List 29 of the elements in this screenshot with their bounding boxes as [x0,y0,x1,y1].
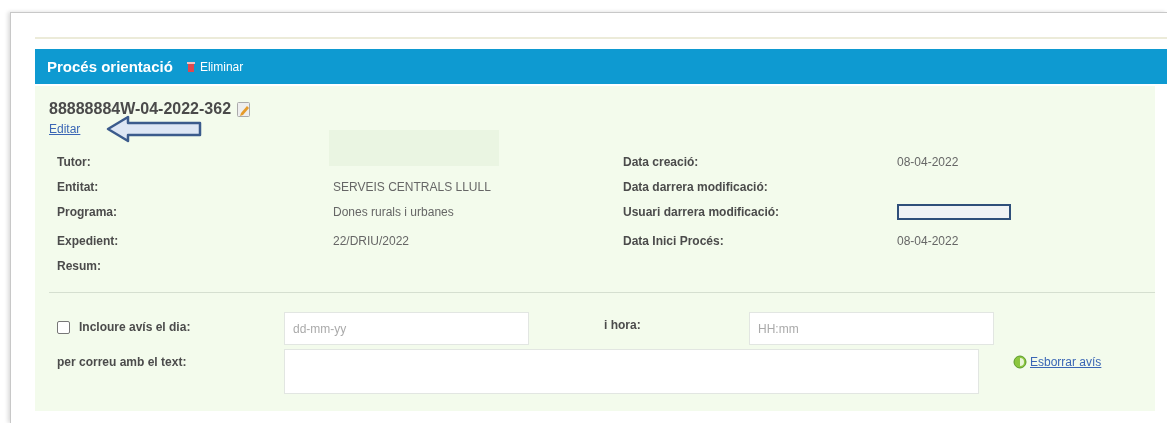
trash-icon [186,61,195,72]
edit-link[interactable]: Editar [49,122,81,136]
field-label: i hora: [604,317,642,332]
date-field[interactable]: dd-mm-yy [284,312,529,345]
field-label: Tutor: [57,154,92,170]
field-value: 22/DRIU/2022 [333,234,410,248]
field-label: Data Inici Procés: [623,233,725,249]
checkbox[interactable] [57,320,70,334]
field-label: Data creació: [623,154,700,170]
field-value: 08-04-2022 [897,234,959,248]
field-label: Resum: [57,258,102,274]
field-label: Programa: [57,204,119,221]
field-label: Data darrera modificació: [623,179,769,195]
field-label: Entitat: [57,179,100,195]
field-value: Dones rurals i urbanes [333,205,454,219]
delete-link[interactable]: Eliminar [199,59,244,74]
field-value: SERVEIS CENTRALS LLULL [333,180,491,194]
checkbox-label: Incloure avís el dia: [79,320,191,334]
panel-title: Procés orientació [47,58,173,75]
field-label: per correu amb el text: [57,354,188,369]
record-id: 88888884W-04-2022-362 [49,100,232,118]
delete-reminder-link[interactable]: Esborrar avís [1030,355,1102,369]
edit-icon[interactable] [237,101,252,117]
field-value: 08-04-2022 [897,155,959,169]
text-field[interactable] [284,349,979,394]
circle-icon [1013,355,1027,369]
field-label: Usuari darrera modificació: [623,204,781,221]
time-field[interactable]: HH:mm [749,312,994,345]
field-label: Expedient: [57,233,120,249]
